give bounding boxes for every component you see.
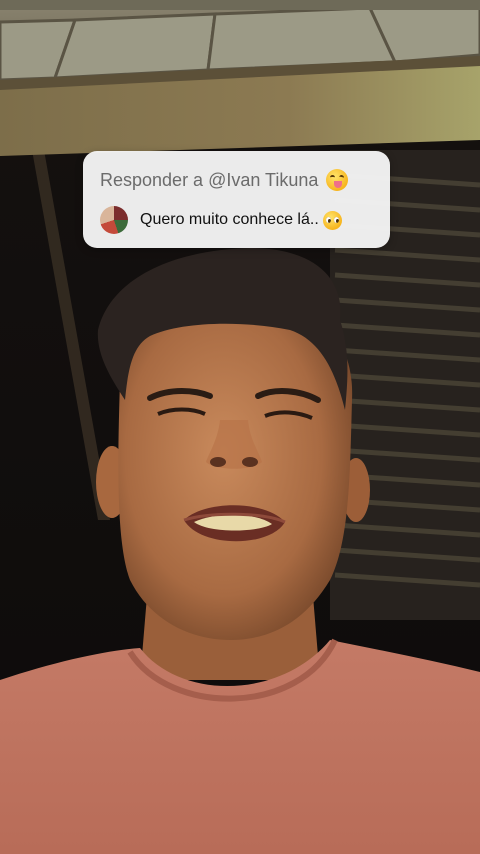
comment-text: Quero muito conhece lá..: [140, 211, 319, 228]
reply-card[interactable]: Responder a @Ivan Tikuna Quero muito con…: [83, 151, 390, 248]
pleading-face-icon: [322, 210, 342, 230]
video-background: [0, 0, 480, 854]
reply-body: Quero muito conhece lá..: [100, 206, 342, 234]
reply-header: Responder a @Ivan Tikuna: [100, 169, 349, 191]
reply-prefix: Responder a: [100, 169, 204, 190]
reply-username[interactable]: @Ivan Tikuna: [208, 170, 318, 191]
avatar[interactable]: [100, 206, 128, 234]
video-frame: [0, 0, 480, 854]
drooling-face-icon: [326, 169, 349, 191]
